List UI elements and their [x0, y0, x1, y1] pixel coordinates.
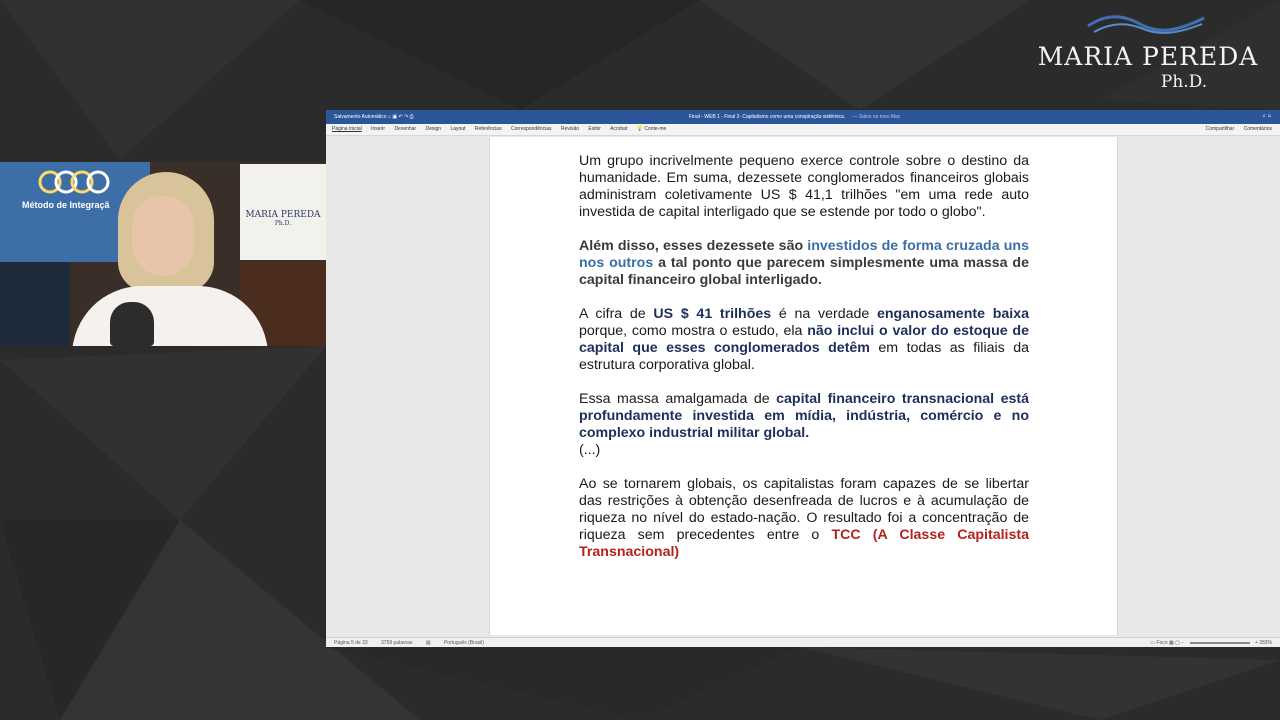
ellipsis-line: (...): [579, 442, 601, 458]
paragraph-2: Além disso, esses dezessete são investid…: [579, 238, 1029, 289]
paragraph-3-bold-b: US $ 41 trilhões: [653, 306, 772, 322]
zoom-level[interactable]: 283%: [1259, 640, 1272, 646]
tab-insert[interactable]: Inserir: [371, 126, 385, 132]
word-titlebar: Salvamento Automático ⌂ ▣ ↶ ↷ ⎙ Final - …: [326, 110, 1280, 124]
document-title-text: Final - WEB 1 - Final 2- Capitalismo com…: [689, 114, 846, 120]
zoom-out-icon[interactable]: −: [1181, 640, 1184, 646]
tab-home[interactable]: Página Inicial: [332, 126, 362, 132]
zoom-in-icon[interactable]: +: [1255, 640, 1258, 646]
proofing-icon[interactable]: ▤: [426, 640, 431, 646]
tab-references[interactable]: Referências: [475, 126, 502, 132]
print-layout-icon[interactable]: ▦: [1169, 640, 1174, 646]
ribbon-tabs: Página Inicial Inserir Desenhar Design L…: [326, 124, 1280, 136]
paragraph-4: Essa massa amalgamada de capital finance…: [579, 391, 1029, 442]
word-statusbar: Página 5 de 33 3759 palavras ▤ Português…: [326, 637, 1280, 647]
page-count[interactable]: Página 5 de 33: [334, 640, 368, 646]
zoom-slider[interactable]: [1189, 641, 1250, 644]
word-window: Salvamento Automático ⌂ ▣ ↶ ↷ ⎙ Final - …: [326, 110, 1280, 647]
focus-button[interactable]: Foco: [1156, 640, 1167, 646]
share-button[interactable]: Compartilhar: [1206, 126, 1235, 132]
maria-pereda-logo: Maria Pereda Ph.D.: [1028, 8, 1268, 98]
autosave-toggle[interactable]: Salvamento Automático: [334, 114, 387, 120]
tab-review[interactable]: Revisão: [561, 126, 579, 132]
home-icon[interactable]: ⌂: [388, 114, 391, 120]
webcam-poster-name: MARIA PEREDA: [245, 210, 321, 220]
tab-view[interactable]: Exibir: [588, 126, 601, 132]
logo-waves-icon: [1087, 15, 1205, 34]
word-count[interactable]: 3759 palavras: [381, 640, 412, 646]
paragraph-3-text-e: porque, como mostra o estudo, ela: [579, 323, 808, 339]
logo-name: Maria Pereda: [1037, 42, 1259, 71]
comments-button[interactable]: Comentários: [1244, 126, 1272, 132]
quick-access-toolbar: Salvamento Automático ⌂ ▣ ↶ ↷ ⎙: [334, 114, 414, 120]
webcam-banner-text: Método de Integraçã: [22, 200, 110, 210]
presenter-face: [132, 196, 194, 276]
paragraph-4-text-a: Essa massa amalgamada de: [579, 391, 777, 407]
account-icon[interactable]: ☺: [1267, 113, 1272, 119]
microphone: [110, 302, 154, 346]
webcam-poster-suffix: Ph.D.: [274, 220, 292, 227]
document-body[interactable]: Um grupo incrivelmente pequeno exerce co…: [579, 153, 1029, 578]
paragraph-3-text-c: é na verdade: [771, 306, 877, 322]
paragraph-1: Um grupo incrivelmente pequeno exerce co…: [579, 153, 1029, 220]
paragraph-3: A cifra de US $ 41 trilhões é na verdade…: [579, 306, 1029, 374]
webcam-poster: MARIA PEREDA Ph.D.: [240, 164, 326, 260]
tab-layout[interactable]: Layout: [450, 126, 465, 132]
presenter-body: [72, 286, 268, 346]
logo-suffix: Ph.D.: [1160, 72, 1208, 92]
save-status: — Salvo no meu Mac: [852, 114, 901, 120]
tab-mailings[interactable]: Correspondências: [511, 126, 552, 132]
tab-design[interactable]: Design: [426, 126, 442, 132]
redo-icon[interactable]: ↷: [404, 114, 408, 120]
search-icon[interactable]: ⌕: [1263, 113, 1266, 119]
undo-icon[interactable]: ↶: [398, 114, 402, 120]
webcam-feed: Método de Integraçã MARIA PEREDA Ph.D.: [0, 162, 326, 346]
focus-icon[interactable]: ▭: [1150, 640, 1155, 646]
paragraph-3-bold-d: enganosamente baixa: [876, 306, 1029, 322]
save-icon[interactable]: ▣: [392, 114, 397, 120]
paragraph-5: Ao se tornarem globais, os capitalistas …: [579, 476, 1029, 561]
webcam-lamp: [0, 262, 70, 346]
tab-acrobat[interactable]: Acrobat: [610, 126, 627, 132]
document-page[interactable]: Um grupo incrivelmente pequeno exerce co…: [489, 137, 1118, 635]
web-layout-icon[interactable]: ▢: [1175, 640, 1180, 646]
paragraph-3-text-a: A cifra de: [579, 306, 654, 322]
lightbulb-icon: 💡: [636, 126, 643, 132]
document-title: Final - WEB 1 - Final 2- Capitalismo com…: [689, 114, 900, 120]
titlebar-right: ⌕ ☺: [1263, 113, 1272, 119]
paragraph-2-bold-a: Além disso, esses dezessete são: [579, 238, 808, 254]
print-icon[interactable]: ⎙: [410, 114, 414, 120]
tab-draw[interactable]: Desenhar: [394, 126, 416, 132]
tell-me-input[interactable]: Conte-me: [644, 126, 666, 132]
language-status[interactable]: Português (Brasil): [444, 640, 484, 646]
banner-logo-icon: [38, 170, 110, 194]
